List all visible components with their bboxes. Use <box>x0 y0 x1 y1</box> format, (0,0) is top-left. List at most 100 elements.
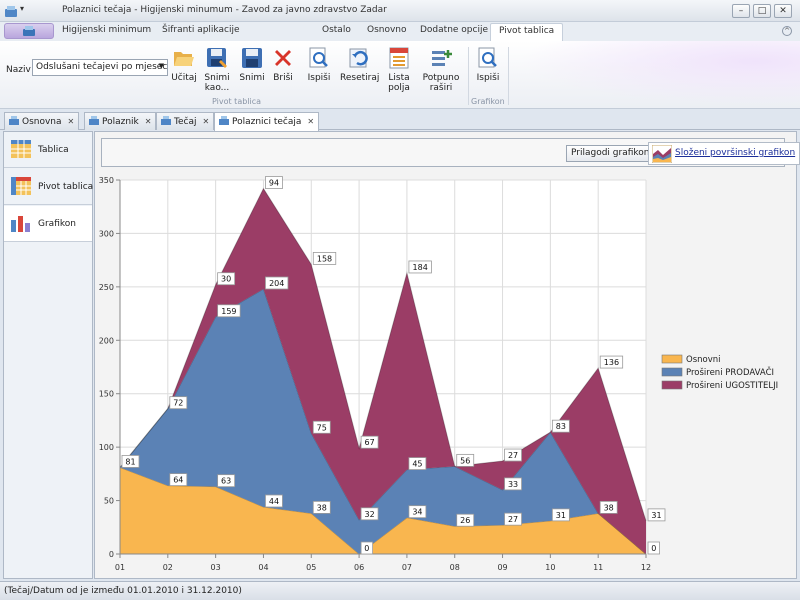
data-label: 38 <box>604 503 614 512</box>
y-tick-label: 250 <box>99 283 114 292</box>
ribbon-collapse-icon[interactable]: ^ <box>782 26 792 36</box>
print-preview-icon <box>478 47 497 68</box>
x-tick-label: 06 <box>354 563 364 572</box>
x-tick-label: 10 <box>545 563 555 572</box>
snimi-button[interactable]: Snimi <box>238 46 266 83</box>
y-tick-label: 50 <box>104 497 114 506</box>
delete-icon <box>275 50 291 66</box>
naziv-label: Naziv <box>6 65 31 75</box>
data-label: 0 <box>651 544 656 553</box>
data-label: 32 <box>364 510 374 519</box>
data-label: 75 <box>317 423 327 432</box>
data-label: 67 <box>364 438 374 447</box>
data-label: 33 <box>508 480 518 489</box>
legend-swatch <box>661 354 683 364</box>
close-button[interactable]: ✕ <box>774 4 792 18</box>
potpuno-rasiri-button[interactable]: Potpuno raširi <box>420 46 462 93</box>
doctab-label: Polaznik <box>102 117 139 127</box>
y-tick-label: 0 <box>109 550 114 559</box>
form-icon <box>89 116 99 125</box>
data-label: 158 <box>317 254 332 263</box>
ribbon-decoration <box>500 41 800 108</box>
ribbon-group-separator <box>508 47 509 105</box>
group-label-pivot-tablica: Pivot tablica <box>212 97 262 106</box>
doctab-tecaj[interactable]: Tečaj ✕ <box>156 112 215 130</box>
doctab-polaznici-tecaja[interactable]: Polaznici tečaja ✕ <box>214 112 320 131</box>
data-label: 83 <box>556 422 566 431</box>
data-label: 94 <box>269 179 279 188</box>
form-icon <box>9 116 19 125</box>
nav-label-tablica: Tablica <box>38 145 69 155</box>
resetiraj-label: Resetiraj <box>340 73 380 83</box>
doctab-osnovna[interactable]: Osnovna ✕ <box>4 112 80 130</box>
save-icon <box>242 48 262 68</box>
quick-access-dropdown[interactable]: ▾ <box>20 4 24 13</box>
chart-type-selector[interactable]: Složeni površinski grafikon <box>648 142 800 165</box>
y-tick-label: 200 <box>99 336 114 345</box>
data-label: 56 <box>460 456 470 465</box>
title-bar: ▾ Polaznici tečaja - Higijenski minumum … <box>0 0 800 22</box>
maximize-button[interactable]: □ <box>753 4 771 18</box>
doctab-polaznik[interactable]: Polaznik ✕ <box>84 112 157 130</box>
application-menu-button[interactable] <box>4 23 54 39</box>
data-label: 72 <box>173 399 183 408</box>
close-icon[interactable]: ✕ <box>145 117 152 126</box>
minimize-button[interactable]: – <box>732 4 750 18</box>
close-icon[interactable]: ✕ <box>68 117 75 126</box>
snimi-kao-button[interactable]: Snimi kao... <box>202 46 232 93</box>
nav-item-tablica[interactable]: Tablica <box>4 132 92 168</box>
tab-dodatne-opcije[interactable]: Dodatne opcije <box>420 25 488 35</box>
tab-ostalo[interactable]: Ostalo <box>322 25 351 35</box>
data-label: 26 <box>460 516 470 525</box>
left-navigation: Tablica Pivot tablica Grafikon <box>3 131 93 579</box>
expand-all-icon <box>432 50 452 66</box>
folder-open-icon <box>174 52 194 66</box>
customize-chart-button[interactable]: Prilagodi grafikon <box>566 145 655 162</box>
app-menu-icon <box>23 26 35 36</box>
ispisi-grafikon-button[interactable]: Ispiši <box>474 46 502 83</box>
data-label: 63 <box>221 477 231 486</box>
data-label: 27 <box>508 515 518 524</box>
tab-pivot-tablica[interactable]: Pivot tablica <box>490 23 564 41</box>
data-label: 64 <box>173 476 183 485</box>
x-tick-label: 09 <box>497 563 507 572</box>
print-preview-icon <box>309 47 328 68</box>
tab-sifranti-aplikacije[interactable]: Šifranti aplikacije <box>162 25 239 35</box>
reset-icon <box>349 48 368 68</box>
close-icon[interactable]: ✕ <box>202 117 209 126</box>
close-icon[interactable]: ✕ <box>307 117 314 126</box>
nav-item-grafikon[interactable]: Grafikon <box>4 206 92 242</box>
x-tick-label: 12 <box>641 563 651 572</box>
legend-swatch <box>661 367 683 377</box>
data-label: 0 <box>364 544 369 553</box>
tab-higijenski-minimum[interactable]: Higijenski minimum <box>62 25 151 35</box>
naziv-select[interactable]: Odslušani tečajevi po mjesecima ▼ <box>32 59 168 76</box>
x-tick-label: 08 <box>450 563 460 572</box>
x-tick-label: 11 <box>593 563 603 572</box>
tab-osnovno[interactable]: Osnovno <box>367 25 407 35</box>
data-label: 81 <box>125 457 135 466</box>
data-label: 184 <box>413 263 428 272</box>
ucitaj-button[interactable]: Učitaj <box>170 46 198 83</box>
lista-polja-button[interactable]: Lista polja <box>385 46 413 93</box>
doctab-label: Osnovna <box>22 117 62 127</box>
data-label: 44 <box>269 497 279 506</box>
brisi-button[interactable]: Briši <box>270 46 296 83</box>
nav-label-pivot-tablica: Pivot tablica <box>38 182 94 192</box>
ispisi-pivot-button[interactable]: Ispiši <box>305 46 333 83</box>
snimi-kao-label: Snimi kao... <box>204 73 230 93</box>
chevron-down-icon[interactable]: ▼ <box>159 62 164 70</box>
app-icon[interactable] <box>4 4 18 18</box>
nav-label-grafikon: Grafikon <box>38 219 76 229</box>
y-tick-label: 350 <box>99 176 114 185</box>
ribbon-group-separator <box>468 47 469 105</box>
filter-status-text: (Tečaj/Datum od je između 01.01.2010 i 3… <box>4 586 242 596</box>
ispisi-grafikon-label: Ispiši <box>476 73 500 83</box>
ucitaj-label: Učitaj <box>171 73 197 83</box>
field-list-icon <box>389 47 409 69</box>
x-tick-label: 03 <box>211 563 221 572</box>
nav-item-pivot-tablica[interactable]: Pivot tablica <box>4 169 94 205</box>
resetiraj-button[interactable]: Resetiraj <box>340 46 380 83</box>
chart-type-link[interactable]: Složeni površinski grafikon <box>675 148 795 158</box>
data-label: 204 <box>269 279 284 288</box>
